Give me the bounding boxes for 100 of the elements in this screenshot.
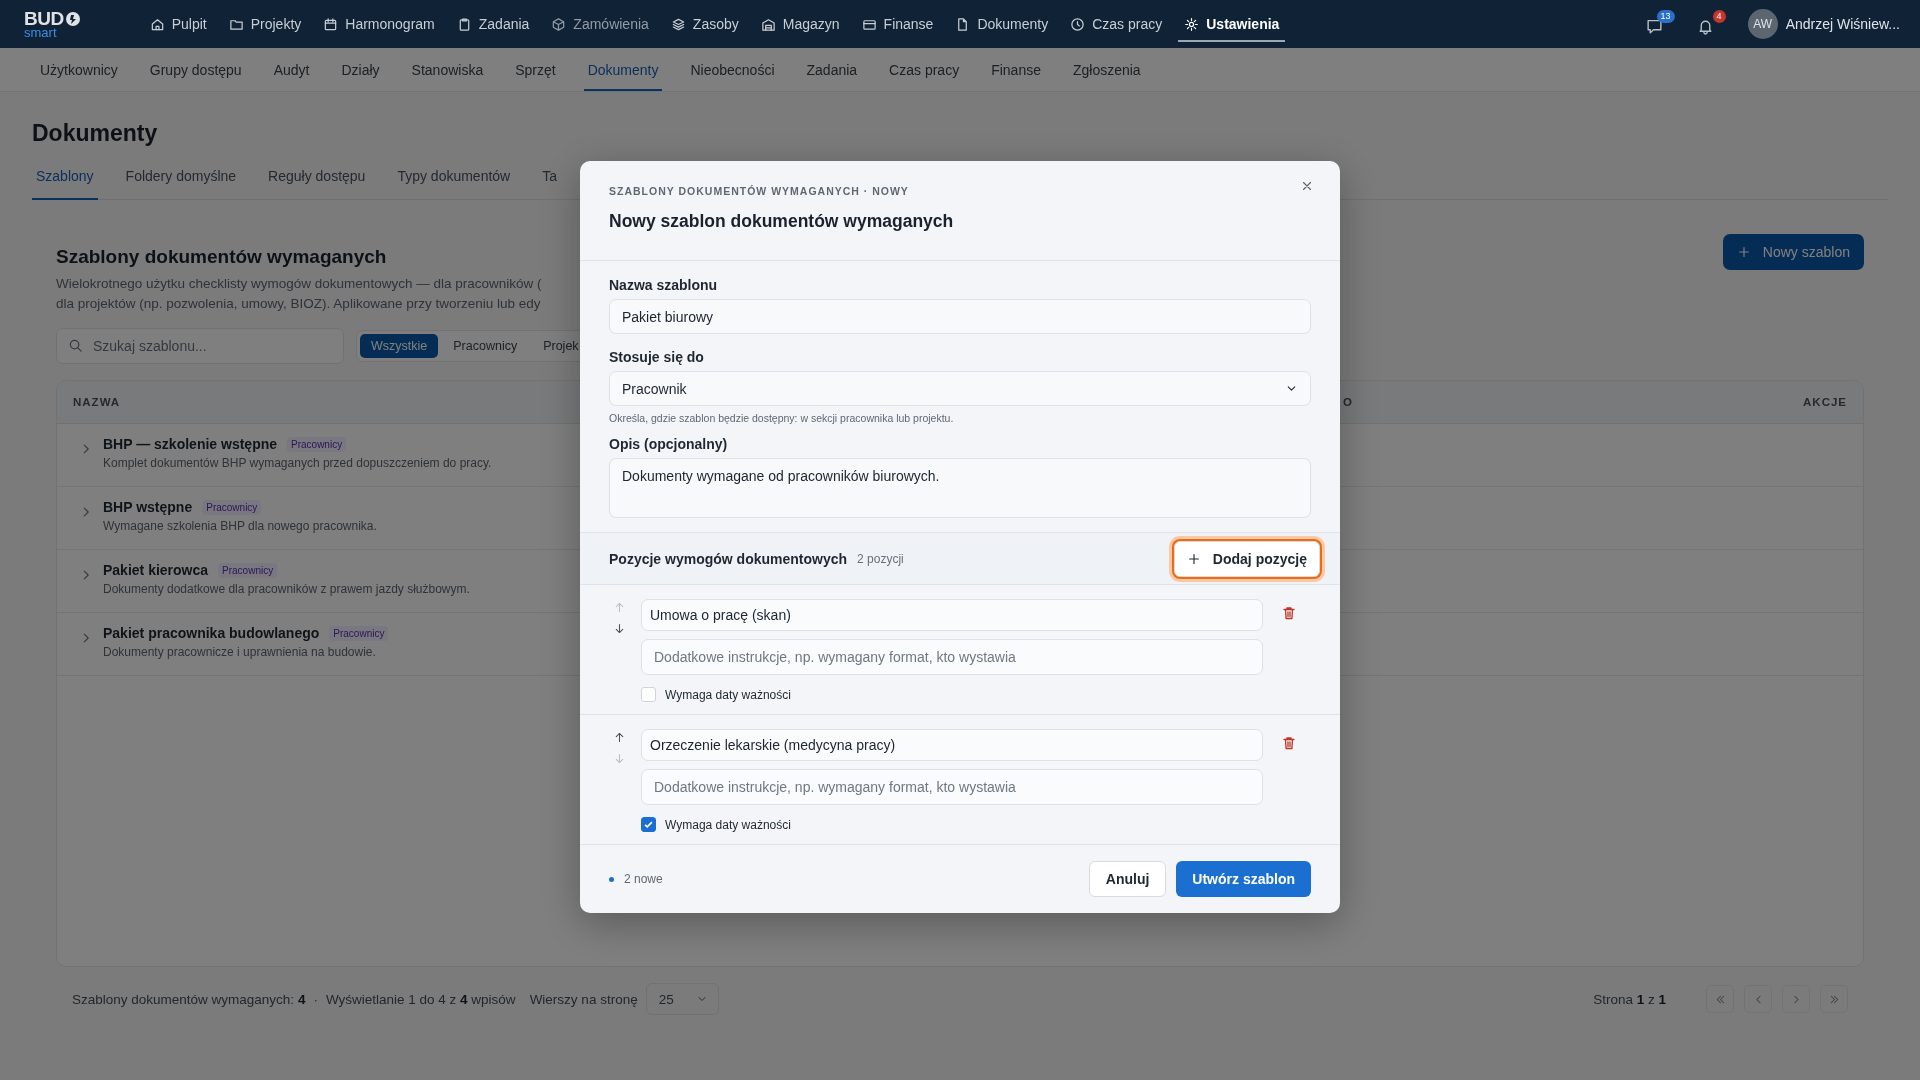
box-icon bbox=[551, 16, 567, 32]
search-icon bbox=[68, 338, 83, 353]
nav-tab[interactable]: Finanse bbox=[975, 48, 1057, 91]
section-description: Wielokrotnego użytku checklisty wymogów dokumentowych — dla pracowników ( bbox=[56, 275, 542, 293]
checkbox-label: Wymaga daty ważności bbox=[665, 687, 791, 702]
template-name[interactable]: Pakiet pracownika budowlanego bbox=[103, 625, 320, 641]
input-field[interactable]: Dodatkowe instrukcje, np. wymagany format, kto wystawia bbox=[641, 769, 1263, 805]
tab[interactable]: Ta bbox=[542, 158, 558, 199]
category-tag: Pracownicy bbox=[218, 562, 278, 578]
user-name: Andrzej Wiśniew... bbox=[1785, 16, 1900, 32]
page-indicator: Strona 1 z 1 bbox=[1593, 991, 1666, 1007]
rows-per-page-select[interactable]: 25 bbox=[645, 983, 719, 1015]
section-title: Szablony dokumentów wymaganych bbox=[56, 246, 388, 268]
separator-text: · bbox=[313, 991, 318, 1007]
section-description: dla projektów (np. pozwolenia, umowy, BIOZ). Aplikowane przy tworzeniu lub edy bbox=[56, 295, 542, 313]
pagination-button[interactable] bbox=[1744, 985, 1772, 1013]
category-tag: Pracownicy bbox=[287, 436, 347, 452]
showing-text: Wyświetlanie 1 do 4 z 4 wpisów bbox=[325, 991, 516, 1007]
nav-tab[interactable]: Dokumenty bbox=[571, 48, 675, 91]
page-title: Dokumenty bbox=[32, 119, 159, 148]
input-field[interactable]: Orzeczenie lekarskie (medycyna pracy) bbox=[641, 729, 1263, 761]
nav-tab[interactable]: Czas pracy bbox=[873, 48, 976, 91]
submit-button[interactable]: Utwórz szablon bbox=[1176, 861, 1311, 897]
column-header: O bbox=[1343, 396, 1354, 408]
checkbox-label: Wymaga daty ważności bbox=[665, 817, 791, 832]
tab[interactable]: Reguły dostępu bbox=[268, 158, 366, 199]
nav-tab[interactable]: Stanowiska bbox=[395, 48, 500, 91]
section-title: Pozycje wymogów dokumentowych bbox=[609, 550, 848, 567]
home-icon bbox=[149, 16, 165, 32]
nav-link[interactable]: Magazyn bbox=[749, 0, 851, 48]
nav-link[interactable]: Czas pracy bbox=[1059, 0, 1174, 48]
pagination-button[interactable] bbox=[1706, 985, 1734, 1013]
nav-link[interactable]: Finanse bbox=[850, 0, 945, 48]
template-description: Wymagane szkolenia BHP dla nowego pracownika. bbox=[103, 519, 377, 533]
column-header: NAZWA bbox=[73, 396, 122, 408]
logo-subtitle: smart bbox=[24, 26, 58, 39]
field-label: Stosuje się do bbox=[609, 349, 705, 365]
nav-link[interactable]: Harmonogram bbox=[312, 0, 446, 48]
logo-mark-icon bbox=[64, 10, 81, 27]
tab[interactable]: Typy dokumentów bbox=[397, 158, 511, 199]
count-badge: 13 bbox=[1656, 9, 1675, 23]
category-tag: Pracownicy bbox=[329, 625, 389, 641]
messages-button[interactable]: 13 bbox=[1641, 9, 1675, 39]
template-name[interactable]: BHP wstępne bbox=[103, 499, 193, 515]
field-label: Nazwa szablonu bbox=[609, 277, 719, 293]
cancel-button[interactable]: Anuluj bbox=[1088, 861, 1167, 897]
field-label: Opis (opcjonalny) bbox=[609, 436, 729, 452]
nav-link[interactable]: Projekty bbox=[217, 0, 313, 48]
status-text: 2 nowe bbox=[624, 872, 663, 886]
input-field[interactable]: Dodatkowe instrukcje, np. wymagany format, kto wystawia bbox=[641, 639, 1263, 675]
select-field[interactable]: Pracownik bbox=[609, 371, 1311, 406]
pagination-button[interactable] bbox=[1820, 985, 1848, 1013]
nav-link[interactable]: Zasoby bbox=[659, 0, 750, 48]
template-description: Komplet dokumentów BHP wymaganych przed dopuszczeniem do pracy. bbox=[103, 456, 492, 470]
field-hint: Określa, gdzie szablon będzie dostępny: w sekcji pracownika lub projektu. bbox=[609, 412, 955, 424]
filter-chip[interactable]: Wszystkie bbox=[360, 334, 439, 358]
nav-link[interactable]: Ustawienia bbox=[1173, 0, 1291, 48]
pagination-button[interactable] bbox=[1782, 985, 1810, 1013]
user-menu[interactable]: AW Andrzej Wiśniew... bbox=[1747, 9, 1900, 39]
template-name[interactable]: BHP — szkolenie wstępne bbox=[103, 436, 277, 452]
checkbox[interactable] bbox=[641, 817, 656, 832]
nav-tab[interactable]: Sprzęt bbox=[499, 48, 572, 91]
plus-icon bbox=[1186, 551, 1201, 566]
input-field[interactable]: Pakiet biurowy bbox=[609, 299, 1311, 334]
close-icon bbox=[1300, 179, 1314, 193]
nav-tab[interactable]: Działy bbox=[325, 48, 396, 91]
trash-icon bbox=[1281, 605, 1297, 621]
nav-tab[interactable]: Zgłoszenia bbox=[1056, 48, 1157, 91]
nav-link[interactable]: Pulpit bbox=[138, 0, 218, 48]
calendar-icon bbox=[323, 16, 339, 32]
new-template-button[interactable]: Nowy szablon bbox=[1722, 234, 1864, 270]
layers-icon bbox=[670, 16, 686, 32]
count-badge: 4 bbox=[1712, 9, 1726, 23]
clock-icon bbox=[1070, 16, 1086, 32]
dialog-title: Nowy szablon dokumentów wymaganych bbox=[609, 211, 955, 232]
summary-text: Szablony dokumentów wymaganych: 4 bbox=[72, 991, 306, 1007]
check-icon bbox=[643, 819, 654, 830]
notifications-button[interactable]: 4 bbox=[1692, 9, 1726, 39]
filter-chip[interactable]: Pracownicy bbox=[442, 334, 529, 358]
warehouse-icon bbox=[760, 16, 776, 32]
template-description: Dokumenty pracownicze i uprawnienia na budowie. bbox=[103, 645, 377, 659]
nav-tab[interactable]: Grupy dostępu bbox=[133, 48, 258, 91]
nav-link[interactable]: Dokumenty bbox=[944, 0, 1060, 48]
gear-icon bbox=[1184, 16, 1200, 32]
nav-tab[interactable]: Audyt bbox=[257, 48, 326, 91]
item-count: 2 pozycji bbox=[857, 551, 904, 566]
plus-icon bbox=[1736, 245, 1751, 259]
nav-tab[interactable]: Użytkownicy bbox=[24, 48, 134, 91]
nav-link[interactable]: Zadania bbox=[445, 0, 541, 48]
filter-chip[interactable]: Projek bbox=[532, 334, 579, 358]
text-area[interactable]: Dokumenty wymagane od pracowników biurowych. bbox=[609, 458, 1311, 518]
nav-tab[interactable]: Zadania bbox=[790, 48, 874, 91]
tab[interactable]: Foldery domyślne bbox=[125, 158, 237, 199]
template-name[interactable]: Pakiet kierowca bbox=[103, 562, 209, 578]
status-dot bbox=[609, 876, 614, 882]
nav-tab[interactable]: Nieobecności bbox=[674, 48, 791, 91]
input-field[interactable]: Umowa o pracę (skan) bbox=[641, 599, 1263, 631]
template-description: Dokumenty dodatkowe dla pracowników z prawem jazdy służbowym. bbox=[103, 582, 470, 596]
search-field[interactable]: Szukaj szablonu... bbox=[56, 328, 344, 364]
column-header: AKCJE bbox=[1803, 396, 1847, 408]
